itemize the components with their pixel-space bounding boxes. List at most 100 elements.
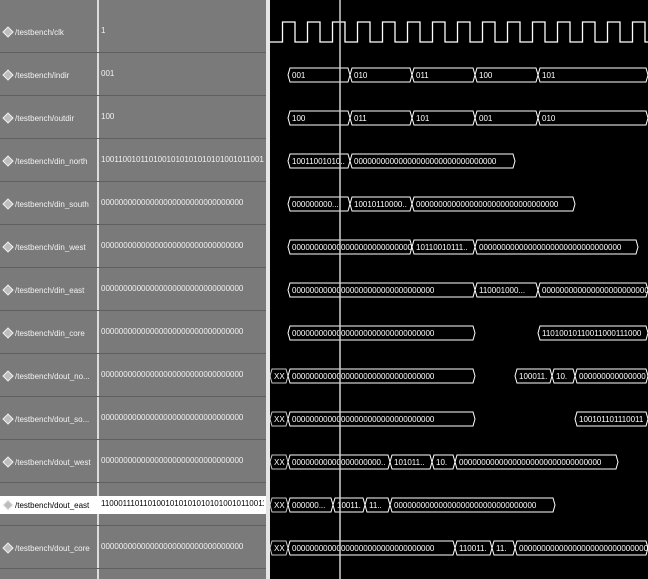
bus-value-label: 000000000000000 <box>579 372 646 381</box>
waveform-trace: XX 000000... 10011. 11.. 0000000000000000000… <box>270 497 556 513</box>
signal-value: 00000000000000000000000000000000 <box>101 241 244 250</box>
bus-value-label: 00000000000000000000000000000000 <box>292 329 435 338</box>
signal-row[interactable]: /testbench/outdir <box>0 112 97 124</box>
bus-value-label: 11010010110011000111000 <box>542 329 642 338</box>
bus-value-label: 10110010111.. <box>416 243 468 252</box>
signal-diamond-icon <box>2 499 14 511</box>
bus-value-label: 11. <box>496 544 507 553</box>
signal-value: 100 <box>101 112 115 121</box>
bus-value-label: 011 <box>354 114 367 123</box>
signal-diamond-icon <box>2 69 14 81</box>
signal-row[interactable]: /testbench/dout_core <box>0 542 97 554</box>
bus-value-label: 00000000000000000000000000000 <box>519 544 648 553</box>
bus-value-label: 11.. <box>369 501 382 510</box>
waveform-trace: XX 00000000000000000000000000000000 100011… <box>270 368 648 384</box>
row-separator <box>0 181 266 182</box>
signal-row[interactable]: /testbench/din_north <box>0 155 97 167</box>
signal-value: 00000000000000000000000000000000 <box>101 370 244 379</box>
signal-row[interactable]: /testbench/din_east <box>0 284 97 296</box>
waveform-trace: 100 011 101 001 010 <box>287 110 648 126</box>
signal-row[interactable]: /testbench/indir <box>0 69 97 81</box>
bus-value-label: 000000... <box>292 501 325 510</box>
clock-wave <box>270 21 648 43</box>
signal-diamond-icon <box>2 241 14 253</box>
bus-value-label: 10010110000.. <box>354 200 407 209</box>
bus-value-label: 000000000000000000000000000 <box>292 243 413 252</box>
signal-diamond-icon <box>2 413 14 425</box>
row-separator <box>0 310 266 311</box>
signal-name: /testbench/dout_so... <box>15 414 90 424</box>
signal-row[interactable]: /testbench/din_west <box>0 241 97 253</box>
signal-value: 1100011101101001010101010101001011001111… <box>101 499 264 508</box>
waveform-trace: XX 00000000000000000000000000000000 110011… <box>270 540 648 556</box>
signal-value: 00000000000000000000000000000000 <box>101 284 244 293</box>
waveform-window: 001 010 011 100 101 100 011 101 001 010 1001100101… <box>0 0 648 579</box>
signal-row[interactable]: /testbench/dout_west <box>0 456 97 468</box>
bus-value-label: 00000000000000000000.. <box>292 458 385 467</box>
bus-value-label: 00000000000000000000000000000000 <box>394 501 537 510</box>
bus-value-label: 100 <box>479 71 493 80</box>
waveform-trace: 000000000... 10010110000.. 000000000000000… <box>287 196 576 212</box>
bus-value-label: 110011. <box>459 544 487 553</box>
bus-value-label: 00000000000000000000000000000000 <box>292 415 435 424</box>
row-separator <box>0 353 266 354</box>
bus-value-label: XX <box>274 372 285 381</box>
bus-value-label: 001 <box>479 114 493 123</box>
bus-value-label: 000000000000000000000000 <box>542 286 648 295</box>
row-separator <box>0 482 266 483</box>
waveform-canvas[interactable]: 001 010 011 100 101 100 011 101 001 010 1001100101… <box>270 0 648 579</box>
signal-row[interactable]: /testbench/dout_so... <box>0 413 97 425</box>
row-separator <box>0 525 266 526</box>
signal-value: 00000000000000000000000000000000 <box>101 198 244 207</box>
bus-value-label: 00000000000000000000000000000000 <box>479 243 622 252</box>
signal-row[interactable]: /testbench/dout_no... <box>0 370 97 382</box>
signal-name: /testbench/indir <box>15 70 70 80</box>
row-separator <box>0 267 266 268</box>
signal-value: 00000000000000000000000000000000 <box>101 413 244 422</box>
bus-value-label: 010 <box>542 114 556 123</box>
signal-name: /testbench/din_core <box>15 328 85 338</box>
bus-value-label: 000000000... <box>292 200 339 209</box>
bus-value-label: 101011.. <box>394 458 425 467</box>
signal-name: /testbench/clk <box>15 27 64 37</box>
bus-value-label: 10. <box>556 372 567 381</box>
signal-name: /testbench/din_south <box>15 199 89 209</box>
bus-value-label: XX <box>274 458 285 467</box>
signal-diamond-icon <box>2 155 14 167</box>
waveform-pane[interactable]: 001 010 011 100 101 100 011 101 001 010 1001100101… <box>270 0 648 579</box>
signal-name: /testbench/dout_core <box>15 543 90 553</box>
signal-diamond-icon <box>2 370 14 382</box>
bus-value-label: 100 <box>292 114 306 123</box>
bus-value-label: 00000000000000000000000000000000 <box>354 157 497 166</box>
row-separator <box>0 138 266 139</box>
bus-value-label: 00000000000000000000000000000000 <box>292 544 435 553</box>
signal-row[interactable]: /testbench/clk <box>0 26 97 38</box>
signal-value: 00000000000000000000000000000000 <box>101 456 244 465</box>
row-separator <box>0 568 266 569</box>
signal-diamond-icon <box>2 26 14 38</box>
signal-row[interactable]: /testbench/din_core <box>0 327 97 339</box>
bus-value-label: 100101101110011 <box>579 415 644 424</box>
signal-row[interactable]: /testbench/dout_east <box>0 499 97 511</box>
signal-row[interactable]: /testbench/din_south <box>0 198 97 210</box>
bus-value-label: XX <box>274 501 285 510</box>
waveform-trace: 00000000000000000000000000000000 11000100… <box>287 282 648 298</box>
signal-name: /testbench/din_east <box>15 285 85 295</box>
signal-value: 00000000000000000000000000000000 <box>101 542 244 551</box>
signal-diamond-icon <box>2 284 14 296</box>
signal-value: 00000000000000000000000000000000 <box>101 327 244 336</box>
bus-value-label: 110001000... <box>479 286 525 295</box>
signal-diamond-icon <box>2 327 14 339</box>
bus-value-label: 010 <box>354 71 368 80</box>
signal-name: /testbench/din_west <box>15 242 86 252</box>
waveform-trace: 00000000000000000000000000000000 11010010… <box>287 325 648 341</box>
bus-value-label: 101 <box>542 71 556 80</box>
signal-name: /testbench/outdir <box>15 113 75 123</box>
bus-value-label: 10011001010.. <box>292 157 345 166</box>
signal-name: /testbench/dout_east <box>15 500 90 510</box>
signal-diamond-icon <box>2 456 14 468</box>
bus-value-label: 001 <box>292 71 306 80</box>
bus-value-label: 00000000000000000000000000000000 <box>459 458 602 467</box>
signal-diamond-icon <box>2 112 14 124</box>
bus-value-label: 011 <box>416 71 429 80</box>
